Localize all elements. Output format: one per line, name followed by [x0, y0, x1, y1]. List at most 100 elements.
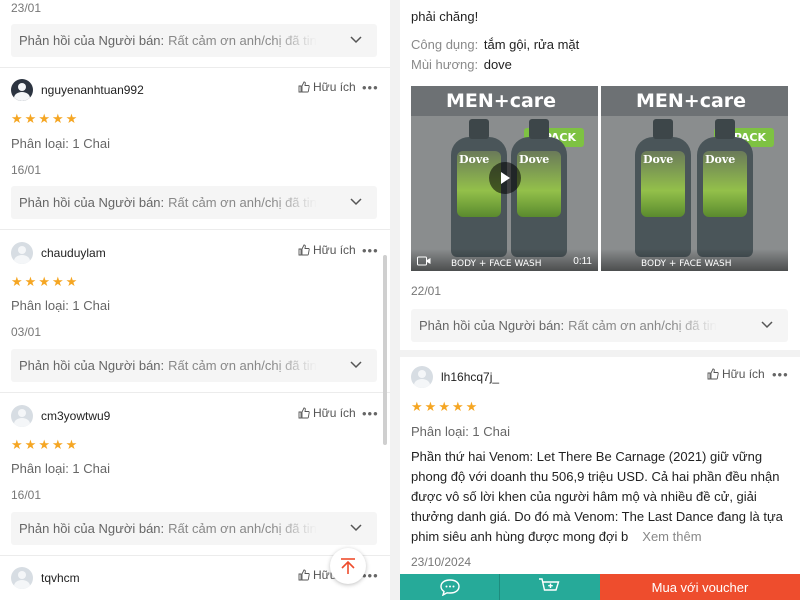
thumbs-up-icon: [298, 407, 310, 419]
product-bottle: Dove: [635, 119, 691, 257]
seller-reply-label: Phản hồi của Người bán:: [19, 33, 165, 48]
add-to-cart-button[interactable]: [500, 574, 600, 600]
variant-label: Phân loại: 1 Chai: [11, 136, 111, 151]
thumbs-up-icon: [707, 368, 719, 380]
seller-reply-label: Phản hồi của Người bán:: [19, 521, 165, 536]
scroll-to-top-button[interactable]: [330, 548, 366, 584]
helpful-label: Hữu ích: [722, 367, 765, 381]
variant-label: Phân loại: 1 Chai: [411, 424, 511, 439]
avatar: [11, 79, 33, 101]
divider: [400, 350, 800, 357]
avatar: [11, 242, 33, 264]
star-icon: ★: [65, 437, 78, 452]
seller-reply-collapsed[interactable]: Phản hồi của Người bán: Rất cảm ơn anh/c…: [11, 24, 377, 57]
scent-attribute: Mùi hương: dove: [411, 57, 512, 72]
star-icon: ★: [411, 399, 423, 414]
seller-reply-label: Phản hồi của Người bán:: [19, 195, 165, 210]
divider: [0, 67, 390, 68]
seller-reply-collapsed[interactable]: Phản hồi của Người bán: Rất cảm ơn anh/c…: [11, 512, 377, 545]
review-text-tail: phải chăng!: [411, 9, 479, 24]
chat-button[interactable]: [400, 574, 500, 600]
variant-label: Phân loại: 1 Chai: [11, 298, 111, 313]
play-icon: [501, 172, 510, 184]
thumbs-up-icon: [298, 81, 310, 93]
review-user[interactable]: tqvhcm: [11, 567, 80, 589]
star-icon: ★: [438, 399, 450, 414]
usage-key: Công dụng:: [411, 37, 479, 52]
thumbs-up-icon: [298, 244, 310, 256]
helpful-button[interactable]: Hữu ích: [298, 80, 356, 94]
star-icon: ★: [11, 274, 23, 289]
product-bottle: Dove: [511, 119, 567, 257]
scrollbar[interactable]: [383, 255, 387, 445]
seller-reply-collapsed[interactable]: Phản hồi của Người bán: Rất cảm ơn anh/c…: [11, 186, 377, 219]
star-rating: ★ ★ ★ ★ ★: [411, 400, 477, 413]
variant-label: Phân loại: 1 Chai: [11, 461, 111, 476]
review-user[interactable]: cm3yowtwu9: [11, 405, 110, 427]
helpful-button[interactable]: Hữu ích: [707, 367, 765, 381]
right-review-pane: phải chăng! Công dụng: tắm gội, rửa mặt …: [400, 0, 800, 600]
divider: [0, 392, 390, 393]
review-date: 22/01: [411, 284, 442, 298]
seller-reply-text: Rất cảm ơn anh/chị đã tin: [168, 358, 317, 373]
seller-reply-label: Phản hồi của Người bán:: [19, 358, 165, 373]
buy-with-voucher-button[interactable]: Mua với voucher: [600, 574, 800, 600]
chevron-down-icon[interactable]: [349, 33, 363, 47]
star-icon: ★: [51, 274, 64, 289]
star-icon: ★: [465, 399, 478, 414]
play-button[interactable]: [489, 162, 521, 194]
product-brand-text: MEN+care: [636, 90, 747, 112]
seller-reply-text: Rất cảm ơn anh/chị đã tin: [168, 195, 317, 210]
helpful-label: Hữu ích: [313, 80, 356, 94]
video-duration: 0:11: [573, 256, 592, 267]
more-options-icon[interactable]: •••: [772, 367, 789, 382]
see-more-link[interactable]: Xem thêm: [628, 529, 702, 544]
helpful-label: Hữu ích: [313, 406, 356, 420]
star-icon: ★: [24, 437, 37, 452]
review-date: 23/10/2024: [411, 555, 472, 569]
chat-icon: [439, 579, 460, 596]
star-icon: ★: [65, 111, 78, 126]
bottom-action-bar: Mua với voucher: [400, 574, 800, 600]
helpful-button[interactable]: Hữu ích: [298, 406, 356, 420]
star-icon: ★: [51, 111, 64, 126]
star-icon: ★: [24, 111, 37, 126]
avatar: [11, 405, 33, 427]
username: lh16hcq7j_: [441, 370, 500, 384]
star-rating: ★ ★ ★ ★ ★: [11, 438, 77, 451]
more-options-icon[interactable]: •••: [362, 406, 379, 421]
more-options-icon[interactable]: •••: [362, 80, 379, 95]
chevron-down-icon[interactable]: [349, 521, 363, 535]
review-user[interactable]: lh16hcq7j_: [411, 366, 499, 388]
star-icon: ★: [38, 274, 50, 289]
pane-divider: [390, 0, 400, 600]
seller-reply-collapsed[interactable]: Phản hồi của Người bán: Rất cảm ơn anh/c…: [11, 349, 377, 382]
chevron-down-icon[interactable]: [760, 318, 774, 332]
star-icon: ★: [51, 437, 64, 452]
star-icon: ★: [65, 274, 78, 289]
review-image-thumbnail[interactable]: MEN+care 2 PACK Dove Dove BODY + FACE WA…: [601, 86, 788, 271]
product-subtitle: BODY + FACE WASH: [451, 259, 542, 269]
username: cm3yowtwu9: [41, 409, 111, 423]
helpful-label: Hữu ích: [313, 243, 356, 257]
product-bottle: Dove: [697, 119, 753, 257]
chevron-down-icon[interactable]: [349, 195, 363, 209]
star-icon: ★: [38, 111, 50, 126]
star-rating: ★ ★ ★ ★ ★: [11, 112, 77, 125]
scent-key: Mùi hương:: [411, 57, 479, 72]
helpful-button[interactable]: Hữu ích: [298, 243, 356, 257]
avatar: [11, 567, 33, 589]
star-rating: ★ ★ ★ ★ ★: [11, 275, 77, 288]
seller-reply-label: Phản hồi của Người bán:: [419, 318, 565, 333]
review-user[interactable]: nguyenanhtuan992: [11, 79, 144, 101]
review-video-thumbnail[interactable]: MEN+care 2 PACK Dove Dove BODY + FACE WA…: [411, 86, 598, 271]
scent-value: dove: [483, 57, 512, 72]
review-date: 23/01: [11, 1, 42, 15]
more-options-icon[interactable]: •••: [362, 243, 379, 258]
review-date: 16/01: [11, 163, 42, 177]
review-user[interactable]: chauduylam: [11, 242, 106, 264]
seller-reply-collapsed[interactable]: Phản hồi của Người bán: Rất cảm ơn anh/c…: [411, 309, 788, 342]
chevron-down-icon[interactable]: [349, 358, 363, 372]
left-review-pane: 23/01 Phản hồi của Người bán: Rất cảm ơn…: [0, 0, 390, 600]
review-body: Phần thứ hai Venom: Let There Be Carnage…: [411, 447, 791, 547]
